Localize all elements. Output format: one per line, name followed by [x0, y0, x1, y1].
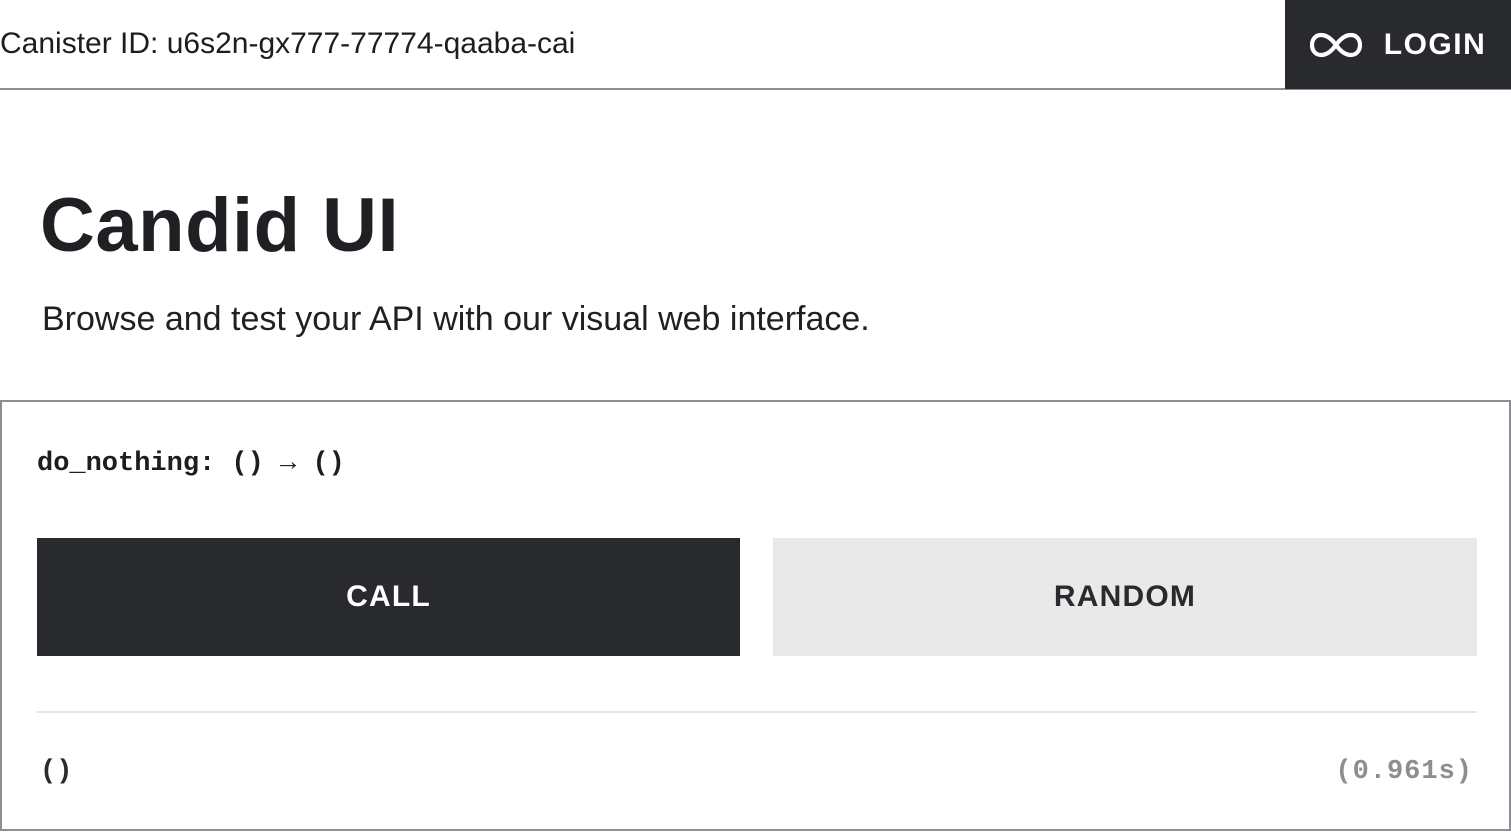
method-card: do_nothing: () → () CALL RANDOM () (0.96… — [0, 400, 1511, 831]
infinity-icon — [1309, 32, 1362, 57]
canister-id: Canister ID: u6s2n-gx777-77774-qaaba-cai — [0, 27, 576, 60]
result-value: () — [40, 757, 73, 787]
call-button-label: CALL — [346, 580, 431, 613]
login-label: LOGIN — [1383, 27, 1487, 61]
login-button[interactable]: LOGIN — [1285, 0, 1511, 89]
result-duration: (0.961s) — [1335, 757, 1473, 787]
random-button-label: RANDOM — [1053, 580, 1197, 613]
method-signature: do_nothing: () → () — [37, 449, 345, 479]
call-button[interactable]: CALL — [37, 538, 740, 656]
top-bar: Canister ID: u6s2n-gx777-77774-qaaba-cai… — [0, 0, 1511, 90]
result-divider — [37, 711, 1477, 713]
page-subtitle: Browse and test your API with our visual… — [42, 300, 870, 338]
random-button[interactable]: RANDOM — [773, 538, 1477, 656]
page-title: Candid UI — [40, 183, 400, 268]
